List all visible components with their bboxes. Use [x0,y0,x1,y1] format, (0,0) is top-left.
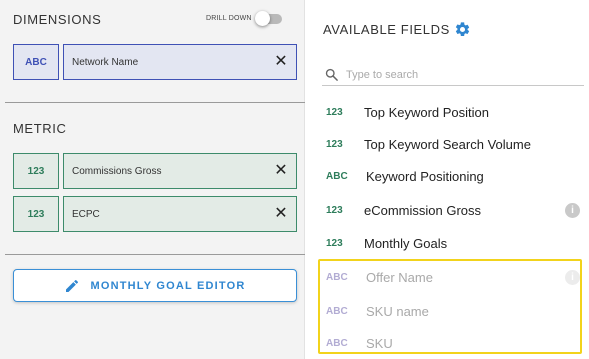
pencil-icon [66,279,79,292]
available-fields-title: AVAILABLE FIELDS [323,22,450,37]
field-item-monthly-goals[interactable]: 123 Monthly Goals [326,231,586,255]
dimension-type-badge: ABC [13,44,59,80]
metric-title: METRIC [13,121,67,136]
remove-icon[interactable]: ✕ [266,54,296,70]
field-type-badge: 123 [326,237,343,249]
search-icon [325,68,338,81]
field-item-keyword-positioning[interactable]: ABC Keyword Positioning [326,164,586,188]
highlight-box [318,259,582,354]
monthly-goal-editor-button[interactable]: MONTHLY GOAL EDITOR [13,269,297,302]
metric-field-label: Commissions Gross [72,165,162,177]
field-type-badge: 123 [326,106,343,118]
field-item-top-keyword-search-volume[interactable]: 123 Top Keyword Search Volume [326,132,586,156]
field-search [322,64,584,86]
metric-type-badge: 123 [13,196,59,232]
info-icon[interactable]: i [565,202,580,218]
section-divider [5,102,305,103]
dimension-field-network-name[interactable]: Network Name ✕ [63,44,297,80]
metric-field-commissions-gross[interactable]: Commissions Gross ✕ [63,153,297,189]
dimensions-title: DIMENSIONS [13,12,102,27]
field-type-badge: 123 [326,138,343,150]
metric-type-badge: 123 [13,153,59,189]
field-name: eCommission Gross [364,202,482,218]
toggle-knob [255,11,270,26]
gear-icon[interactable] [454,21,471,38]
field-name: Top Keyword Position [364,104,490,120]
remove-icon[interactable]: ✕ [266,163,296,179]
metric-field-ecpc[interactable]: ECPC ✕ [63,196,297,232]
field-item-ecommission-gross[interactable]: 123 eCommission Gross i [326,198,586,222]
monthly-goal-editor-label: MONTHLY GOAL EDITOR [90,279,246,292]
report-builder-panel: DIMENSIONS DRILL DOWN ABC Network Name ✕… [0,0,305,359]
field-type-badge: ABC [326,170,348,182]
field-name: Keyword Positioning [366,168,484,184]
drill-down-label: DRILL DOWN [206,15,252,22]
field-name: Top Keyword Search Volume [364,136,531,152]
available-fields-panel: AVAILABLE FIELDS 123 Top Keyword Positio… [306,0,589,359]
remove-icon[interactable]: ✕ [266,206,296,222]
field-name: Monthly Goals [364,235,448,251]
field-type-badge: 123 [326,204,343,216]
field-item-top-keyword-position[interactable]: 123 Top Keyword Position [326,100,586,124]
dimension-field-label: Network Name [72,56,139,68]
section-divider [5,254,305,255]
search-input[interactable] [346,67,576,83]
drill-down-toggle[interactable] [254,11,284,26]
metric-field-label: ECPC [72,208,100,220]
